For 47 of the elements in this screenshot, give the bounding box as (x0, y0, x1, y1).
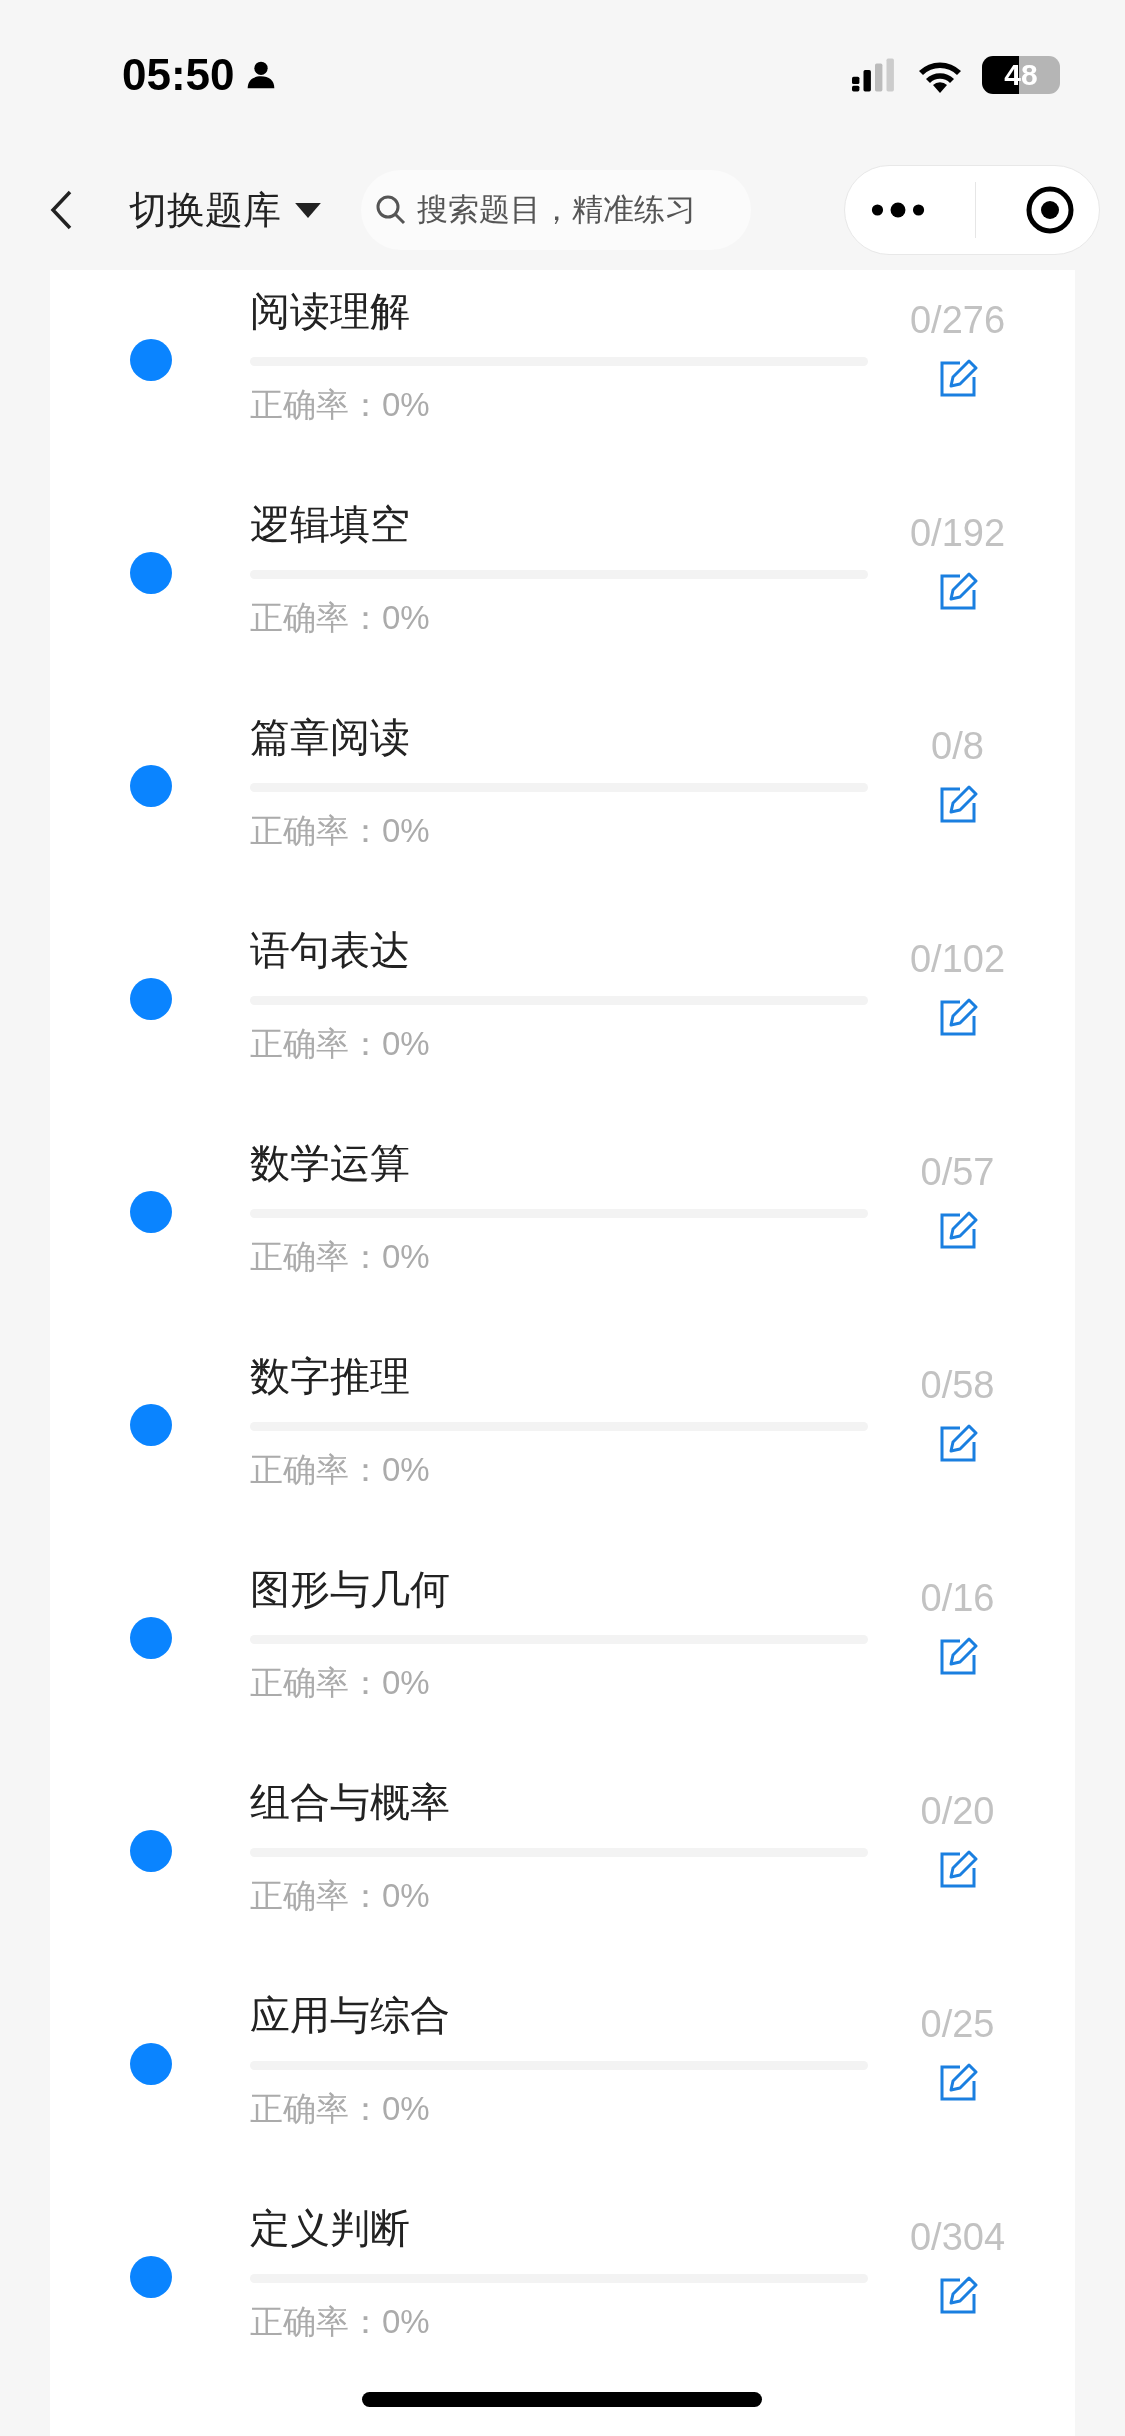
bullet-dot (130, 339, 172, 381)
accuracy-text: 正确率：0% (250, 385, 431, 425)
topic-name[interactable]: 图形与几何 (250, 1556, 868, 1622)
question-count: 0/25 (920, 2002, 995, 2047)
accuracy-text: 正确率：0% (250, 598, 431, 638)
topic-name[interactable]: 数学运算 (250, 1130, 868, 1196)
more-icon[interactable] (869, 200, 926, 220)
accuracy-text: 正确率：0% (250, 1024, 431, 1064)
bullet-dot (130, 1191, 172, 1233)
question-count: 0/102 (909, 937, 1006, 982)
bullet-dot (130, 1404, 172, 1446)
bullet-dot (130, 1617, 172, 1659)
accuracy-text: 正确率：0% (250, 1237, 431, 1277)
topic-name[interactable]: 逻辑填空 (250, 491, 868, 557)
question-count: 0/276 (909, 298, 1006, 343)
question-count: 0/192 (909, 511, 1006, 556)
accuracy-text: 正确率：0% (250, 811, 431, 851)
topic-name[interactable]: 语句表达 (250, 917, 868, 983)
topic-name[interactable]: 应用与综合 (250, 1982, 868, 2048)
question-count: 0/16 (920, 1576, 995, 1621)
back-icon[interactable] (50, 190, 74, 230)
topic-name[interactable]: 阅读理解 (250, 278, 868, 344)
bullet-dot (130, 1830, 172, 1872)
close-icon[interactable] (1024, 185, 1075, 235)
accuracy-text: 正确率：0% (250, 2089, 431, 2129)
topic-name[interactable]: 数字推理 (250, 1343, 868, 1409)
accuracy-text: 正确率：0% (250, 2302, 431, 2342)
question-count: 0/20 (920, 1789, 995, 1834)
bullet-dot (130, 765, 172, 807)
topic-name[interactable]: 定义判断 (250, 2195, 868, 2261)
question-count: 0/8 (931, 724, 984, 769)
search-field[interactable]: 搜索题目，精准练习 (361, 170, 751, 250)
topic-name[interactable]: 篇章阅读 (250, 704, 868, 770)
bullet-dot (130, 978, 172, 1020)
bullet-dot (130, 2043, 172, 2085)
accuracy-text: 正确率：0% (250, 1876, 431, 1916)
bullet-dot (130, 2256, 172, 2298)
accuracy-text: 正确率：0% (250, 1663, 431, 1703)
switch-bank-dropdown[interactable]: 切换题库 (129, 184, 321, 236)
question-count: 0/58 (920, 1363, 995, 1408)
clock-time: 05:50 (122, 50, 235, 100)
question-count: 0/57 (920, 1150, 995, 1195)
caret-icon (295, 202, 321, 218)
accuracy-text: 正确率：0% (250, 1450, 431, 1490)
topic-name[interactable]: 组合与概率 (250, 1769, 868, 1835)
bullet-dot (130, 552, 172, 594)
question-count: 0/304 (909, 2215, 1006, 2260)
